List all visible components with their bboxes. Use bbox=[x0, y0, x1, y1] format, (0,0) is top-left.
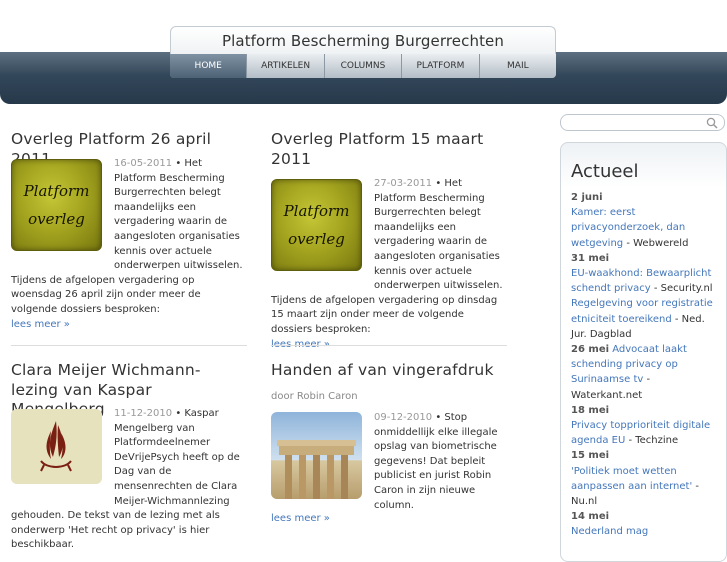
sidebar-heading: Actueel bbox=[571, 161, 639, 182]
article-text: 16-05-2011 • Het Platform Bescherming Bu… bbox=[11, 158, 243, 330]
article-date: 16-05-2011 bbox=[114, 158, 173, 169]
article-intro: Stop onmiddellijk elke illegale opslag v… bbox=[374, 412, 498, 511]
news-link[interactable]: Nederland mag bbox=[571, 526, 648, 537]
article-text: 27-03-2011 • Het Platform Bescherming Bu… bbox=[271, 177, 507, 352]
article-date: 27-03-2011 bbox=[374, 178, 433, 189]
article-text: 09-12-2010 • Stop onmiddellijk elke ille… bbox=[374, 412, 498, 511]
search-input[interactable] bbox=[560, 114, 725, 131]
news-date: 2 juni bbox=[571, 192, 603, 203]
news-item: 18 mei Privacy topprioriteit digitale ag… bbox=[571, 404, 711, 447]
article-date: 11-12-2010 bbox=[114, 408, 173, 419]
divider bbox=[271, 345, 507, 346]
news-list: 2 juni Kamer: eerst privacyonderzoek, da… bbox=[571, 190, 717, 540]
article-text: 11-12-2010 • Kaspar Mengelberg van Platf… bbox=[11, 408, 240, 551]
news-item: 31 mei EU-waakhond: Bewaarplicht schendt… bbox=[571, 252, 713, 295]
news-source: Webwereld bbox=[633, 237, 689, 249]
news-source: Waterkant.net bbox=[571, 389, 643, 401]
news-item: 2 juni Kamer: eerst privacyonderzoek, da… bbox=[571, 192, 689, 249]
news-item: 14 mei Nederland mag bbox=[571, 509, 717, 539]
news-date: 31 mei bbox=[571, 252, 610, 264]
article-overleg-maart: Overleg Platform 15 maart 2011 bbox=[271, 130, 507, 169]
article-title[interactable]: Handen af van vingerafdruk bbox=[271, 361, 507, 381]
news-date: 26 mei bbox=[571, 344, 610, 356]
news-item: 15 mei 'Politiek moet wetten aanpassen a… bbox=[571, 450, 700, 508]
read-more-link[interactable]: lees meer » bbox=[271, 513, 330, 524]
news-item: Regelgeving voor registratie etniciteit … bbox=[571, 298, 713, 340]
news-link[interactable]: 'Politiek moet wetten aanpassen aan inte… bbox=[571, 466, 692, 492]
site-title-box: Platform Bescherming Burgerrechten bbox=[170, 26, 556, 56]
sidebar-actueel: Actueel 2 juni Kamer: eerst privacyonder… bbox=[560, 142, 727, 562]
article-date: 09-12-2010 bbox=[374, 412, 433, 423]
article-byline: door Robin Caron bbox=[271, 390, 358, 402]
article-handen-af: Handen af van vingerafdruk door Robin Ca… bbox=[271, 361, 507, 404]
news-item: 26 mei Advocaat laakt schending privacy … bbox=[571, 344, 687, 401]
news-source: Security.nl bbox=[660, 283, 713, 295]
news-source: Nu.nl bbox=[571, 496, 598, 508]
nav-artikelen[interactable]: ARTIKELEN bbox=[247, 54, 325, 78]
search-icon[interactable] bbox=[706, 117, 718, 129]
article-title[interactable]: Overleg Platform 15 maart 2011 bbox=[271, 130, 507, 169]
nav-mail[interactable]: MAIL bbox=[479, 54, 556, 78]
news-date: 18 mei bbox=[571, 404, 610, 416]
news-date: 14 mei bbox=[571, 511, 610, 523]
nav-home[interactable]: HOME bbox=[170, 54, 248, 78]
site-title[interactable]: Platform Bescherming Burgerrechten bbox=[171, 32, 555, 50]
nav-platform[interactable]: PLATFORM bbox=[402, 54, 480, 78]
nav-columns[interactable]: COLUMNS bbox=[324, 54, 403, 78]
main-nav: HOME ARTIKELEN COLUMNS PLATFORM MAIL bbox=[170, 54, 556, 78]
divider bbox=[11, 345, 247, 346]
read-more-link[interactable]: lees meer » bbox=[11, 319, 70, 330]
news-date: 15 mei bbox=[571, 450, 610, 462]
news-source: Techzine bbox=[635, 435, 679, 447]
read-more-row: lees meer » bbox=[271, 512, 330, 527]
